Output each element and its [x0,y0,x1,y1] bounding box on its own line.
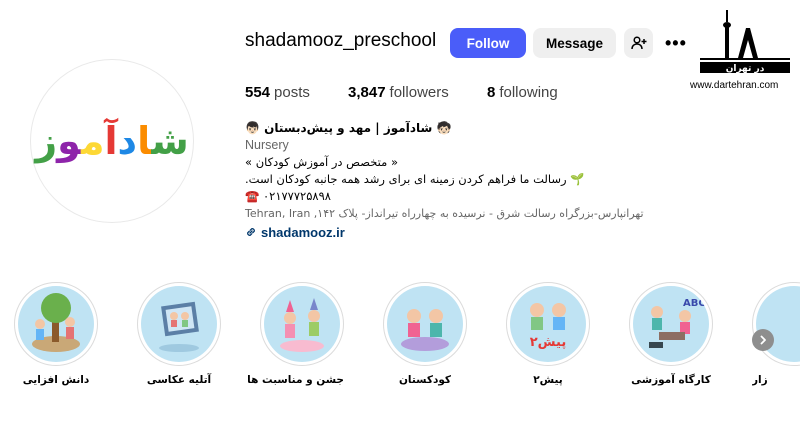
party-illustration [280,298,324,352]
pre-school-illustration: پیش۲ [530,303,567,350]
highlight-label: زار [752,374,768,386]
kids-illustration [401,309,449,351]
chevron-right-icon [760,335,766,345]
profile-bio: 🧒🏻 شادآموز | مهد و پیش‌دبستان 👦🏻 Nursery… [245,120,675,242]
svg-text:ABC: ABC [683,298,706,309]
follow-button[interactable]: Follow [450,28,526,58]
highlight-label: آتلیه عکاسی [146,374,212,386]
highlight-label: جشن و مناسبت ها [247,374,344,386]
highlights-next-button[interactable] [752,329,774,351]
highlight-cover: پیش۲ [506,282,590,366]
workshop-illustration: ABC [649,298,706,348]
bio-title: 🧒🏻 شادآموز | مهد و پیش‌دبستان 👦🏻 [245,121,452,135]
watermark-text: در تهران [726,64,765,74]
bio-line-2: 🌱 رسالت ما فراهم کردن زمینه ای برای رشد … [245,172,585,186]
add-person-icon [630,36,646,50]
bio-category: Nursery [245,138,289,152]
highlight-label: دانش افزایی [22,374,90,386]
highlight-cover [383,282,467,366]
posts-label: posts [274,84,310,101]
highlight-item[interactable]: دانش افزایی [14,282,98,386]
bio-line-1: « متخصص در آموزش کودکان » [245,155,398,169]
logo-text: شادآموز [35,119,189,163]
bio-link-row[interactable]: shadamooz.ir [245,224,675,242]
highlight-cover [260,282,344,366]
watermark-url: www.dartehran.com [690,80,779,91]
highlight-item[interactable]: کودکستان [383,282,467,386]
svg-text:پیش۲: پیش۲ [530,335,567,350]
highlight-item[interactable]: آتلیه عکاسی [137,282,221,386]
stat-followers[interactable]: 3,847 followers [348,84,449,101]
bio-phone: ☎️ ۰۲۱۷۷۷۲۵۸۹۸ [245,189,331,203]
website-link[interactable]: shadamooz.ir [261,225,345,240]
highlight-cover [14,282,98,366]
following-count: 8 [487,84,496,101]
following-label: following [499,84,558,101]
highlight-cover [137,282,221,366]
stat-following[interactable]: 8 following [487,84,558,101]
highlight-label: کودکستان [398,374,452,386]
followers-count: 3,847 [348,84,386,101]
link-icon [247,228,255,236]
stat-posts[interactable]: 554 posts [245,84,310,101]
tree-book-illustration [32,293,80,352]
highlight-item[interactable]: جشن و مناسبت ها [247,282,344,386]
more-options-icon[interactable]: ••• [665,33,687,54]
profile-avatar[interactable]: شادآموز [30,59,194,223]
bio-address[interactable]: Tehran, Iran ,تهرانپارس-بزرگراه رسالت شر… [245,205,675,222]
highlight-item[interactable]: ABC کارگاه آموزشی [629,282,713,386]
highlight-label: پیش۲ [533,374,563,386]
followers-label: followers [389,84,449,101]
highlight-cover [752,282,800,366]
posts-count: 554 [245,84,271,101]
highlight-item[interactable]: پیش۲ پیش۲ [506,282,590,386]
profile-username: shadamooz_preschool [245,30,437,51]
suggest-user-button[interactable] [624,28,653,58]
highlight-cover: ABC [629,282,713,366]
highlight-label: کارگاه آموزشی [631,374,711,386]
message-button[interactable]: Message [533,28,616,58]
photo-frame-illustration [159,301,199,352]
